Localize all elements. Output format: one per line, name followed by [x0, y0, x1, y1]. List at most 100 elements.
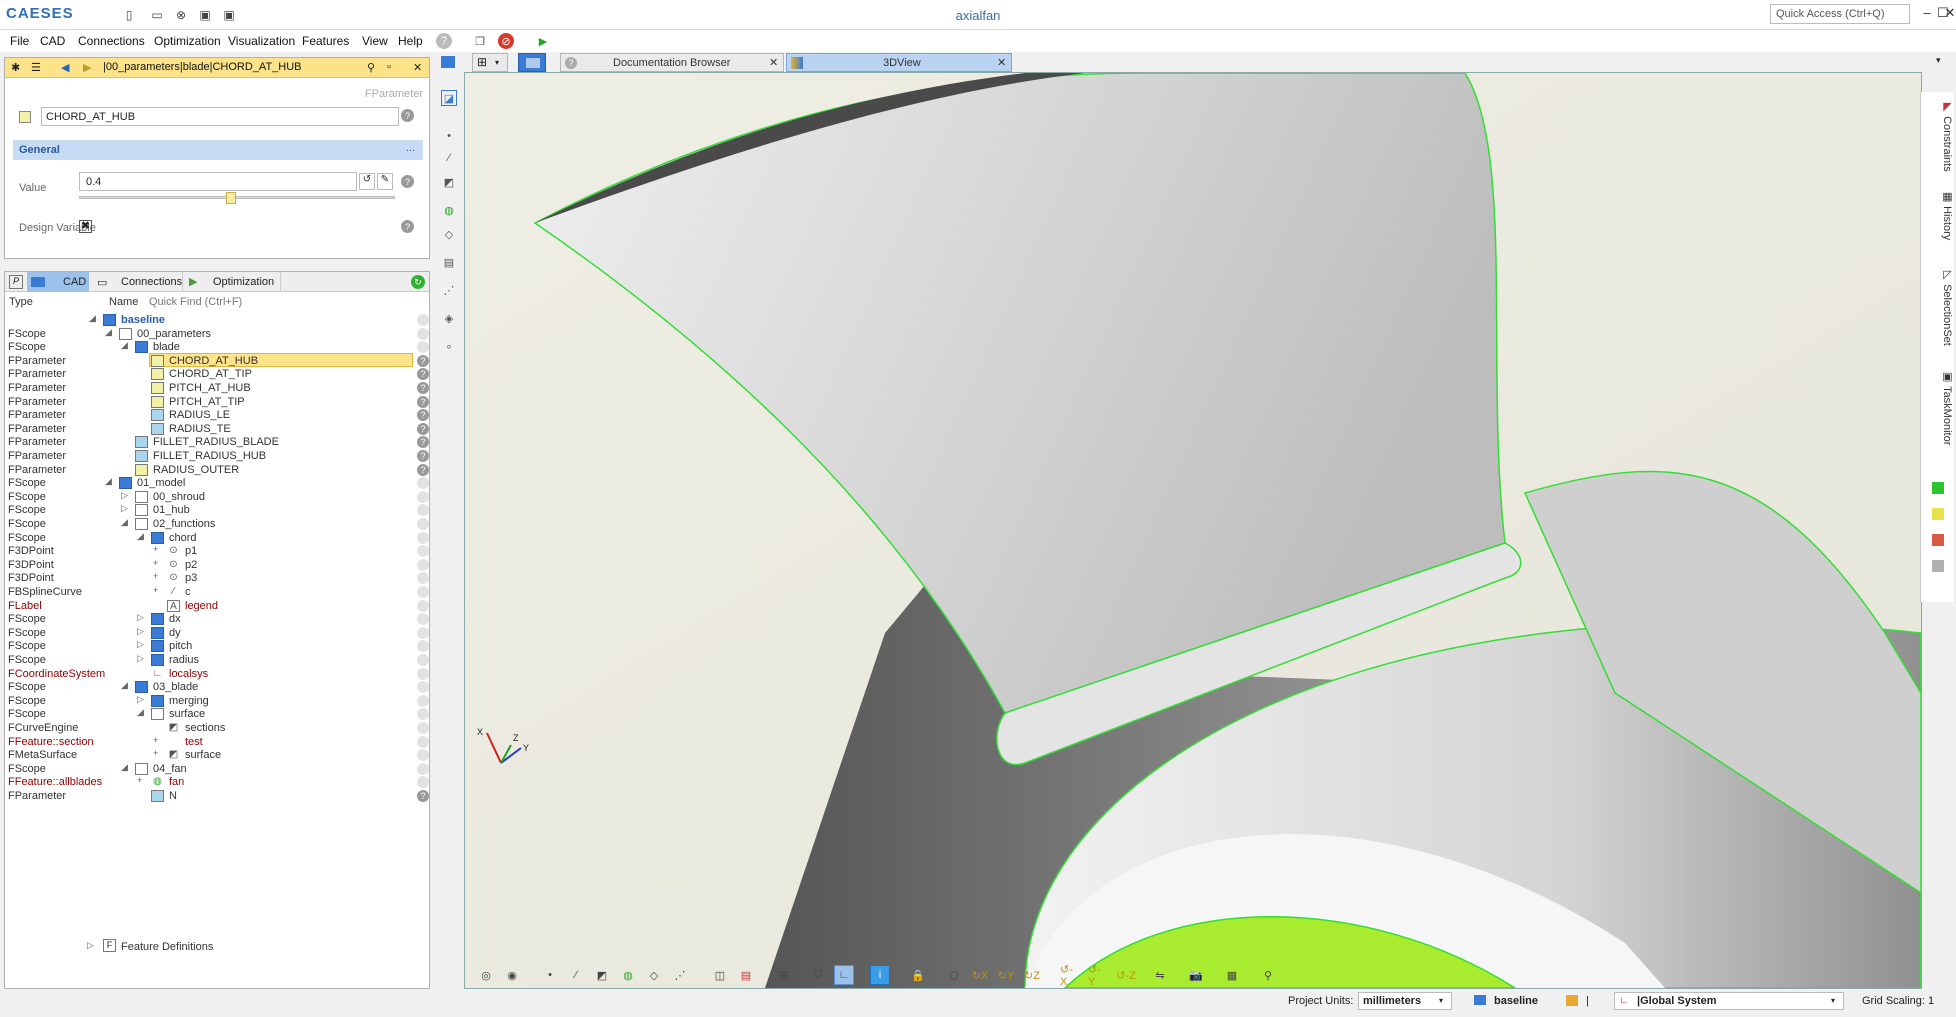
help-icon[interactable] [417, 572, 429, 585]
scope-icon[interactable] [441, 56, 455, 68]
import-icon[interactable]: ▤ [441, 254, 457, 270]
help-icon[interactable] [417, 586, 429, 598]
close-tab-icon[interactable]: ✕ [769, 56, 778, 69]
help-icon[interactable] [417, 314, 429, 326]
save-as-icon[interactable]: ▣ [220, 6, 238, 24]
delete-icon[interactable]: ▤ [736, 965, 756, 985]
value-slider[interactable] [79, 192, 395, 204]
tree-row[interactable]: FParameter N? [5, 788, 429, 805]
3d-scene[interactable]: X Y Z [465, 73, 1921, 988]
help-icon[interactable] [417, 681, 429, 694]
help-icon[interactable]: ? [417, 436, 429, 449]
layout-button[interactable]: ⊞ ▾ [472, 53, 508, 72]
expand-toggle-icon[interactable]: ◢ [121, 517, 128, 528]
copy-icon[interactable]: ❐ [472, 33, 488, 49]
menu-visualization[interactable]: Visualization [228, 34, 295, 48]
help-icon[interactable] [417, 708, 429, 721]
solid-icon[interactable]: ◇ [441, 226, 457, 242]
tab-connections[interactable]: ▭ Connections [93, 272, 183, 292]
help-icon[interactable]: ? [417, 368, 429, 381]
new-file-icon[interactable]: ▯ [120, 6, 138, 24]
side-tab-selectionset[interactable]: ◸ SelectionSet [1922, 268, 1954, 346]
measure-icon[interactable]: ⋰ [670, 965, 690, 985]
help-icon[interactable] [417, 477, 429, 490]
menu-help[interactable]: Help [398, 34, 423, 48]
parameter-tool-icon[interactable]: ◪ [441, 90, 457, 106]
status-gray-icon[interactable] [1932, 560, 1944, 572]
expand-toggle[interactable]: ▷ [87, 940, 94, 951]
measure-icon[interactable]: ⋰ [441, 282, 457, 298]
status-yellow-icon[interactable] [1932, 508, 1944, 520]
menu-view[interactable]: View [362, 34, 388, 48]
menu-features[interactable]: Features [302, 34, 349, 48]
section-more-button[interactable]: ... [406, 142, 415, 154]
expand-toggle-icon[interactable]: ◢ [121, 762, 128, 773]
open-folder-icon[interactable]: ▭ [148, 6, 166, 24]
search-icon[interactable]: ⚲ [367, 61, 375, 74]
expand-toggle-icon[interactable]: ◢ [137, 531, 144, 542]
help-icon[interactable]: ? [417, 463, 429, 476]
forward-icon[interactable]: ▶ [83, 61, 91, 74]
fit-view-icon[interactable]: ◎ [476, 965, 496, 985]
expand-toggle-icon[interactable]: ◢ [105, 327, 112, 338]
quick-find-input[interactable]: Quick Find (Ctrl+F) [149, 296, 242, 308]
side-tab-taskmonitor[interactable]: ▣ TaskMonitor [1922, 370, 1954, 445]
surface-icon[interactable]: ◩ [441, 174, 457, 190]
save-icon[interactable]: ▣ [196, 6, 214, 24]
design-variable-checkbox[interactable]: ✖ [79, 220, 92, 233]
reset-icon[interactable]: ↺ [359, 173, 375, 190]
expand-toggle-icon[interactable]: ◢ [105, 476, 112, 487]
stop-icon[interactable]: ⊘ [498, 33, 514, 49]
grid-icon[interactable]: ▦ [1222, 965, 1242, 985]
design-name[interactable]: baseline [1494, 995, 1538, 1007]
solid-icon[interactable]: ◇ [644, 965, 664, 985]
point-icon[interactable]: • [540, 965, 560, 985]
value-input[interactable]: 0.4 [79, 172, 357, 191]
info-icon[interactable]: i [870, 965, 890, 985]
search-icon[interactable]: ⚲ [1258, 965, 1278, 985]
help-icon[interactable] [417, 531, 429, 544]
menu-cad[interactable]: CAD [40, 34, 65, 48]
expand-plus-icon[interactable]: + [153, 735, 158, 745]
menu-optimization[interactable]: Optimization [154, 34, 221, 48]
curve-icon[interactable]: ⁄ [441, 150, 457, 166]
expand-toggle-icon[interactable]: ◢ [137, 707, 144, 718]
help-icon[interactable] [417, 667, 429, 680]
help-icon[interactable] [417, 327, 429, 340]
snap-icon[interactable]: ◉ [502, 965, 522, 985]
help-icon[interactable]: ? [401, 220, 414, 233]
help-icon[interactable] [417, 722, 429, 734]
cube-view-icon[interactable]: ⬡ [944, 965, 964, 985]
constraint-icon[interactable]: ∘ [441, 338, 457, 354]
close-file-icon[interactable]: ⊗ [172, 6, 190, 24]
point-icon[interactable]: • [441, 128, 457, 144]
help-icon[interactable] [417, 545, 429, 558]
expand-toggle-icon[interactable]: ▷ [121, 503, 128, 514]
expand-toggle-icon[interactable]: ▷ [137, 612, 144, 623]
grid-view-icon[interactable]: ⊞ [774, 965, 794, 985]
tab-p[interactable]: P [9, 275, 23, 289]
expand-toggle-icon[interactable]: ▷ [121, 490, 128, 501]
clip-icon[interactable]: ◫ [710, 965, 730, 985]
help-icon[interactable]: ? [417, 354, 429, 367]
expand-toggle-icon[interactable]: ◢ [121, 680, 128, 691]
view-x-icon[interactable]: ↻X [970, 965, 990, 985]
cad-view-tab[interactable] [518, 53, 546, 72]
help-icon[interactable] [417, 599, 429, 612]
close-window-button[interactable]: ✕ [1944, 5, 1956, 23]
help-icon[interactable] [417, 640, 429, 653]
help-icon[interactable] [417, 735, 429, 748]
expand-plus-icon[interactable]: + [153, 544, 158, 554]
transform-icon[interactable]: ◈ [441, 310, 457, 326]
close-tab-icon[interactable]: ✕ [997, 56, 1006, 69]
pin-icon[interactable]: ✱ [11, 61, 20, 74]
help-icon[interactable]: ? [417, 790, 429, 802]
help-icon[interactable] [417, 504, 429, 517]
help-icon[interactable] [417, 694, 429, 707]
help-icon[interactable]: ? [417, 422, 429, 435]
list-icon[interactable]: ☰ [31, 61, 41, 74]
side-tab-constraints[interactable]: ◤ Constraints [1922, 100, 1954, 172]
feature-definitions[interactable]: Feature Definitions [121, 941, 213, 953]
tab-3dview[interactable]: 3DView ✕ [786, 53, 1012, 72]
menu-file[interactable]: File [10, 34, 29, 48]
